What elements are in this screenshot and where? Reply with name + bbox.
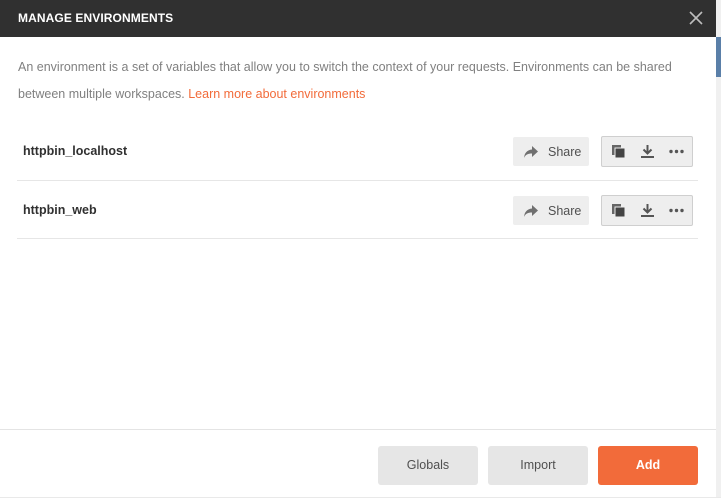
- share-button[interactable]: Share: [513, 196, 589, 225]
- download-button[interactable]: [633, 196, 662, 225]
- modal-title: MANAGE ENVIRONMENTS: [18, 11, 174, 25]
- environment-row: httpbin_localhost Share: [17, 123, 698, 181]
- modal-description: An environment is a set of variables tha…: [18, 54, 708, 108]
- manage-environments-modal: MANAGE ENVIRONMENTS An environment is a …: [0, 0, 716, 497]
- duplicate-icon: [612, 145, 626, 159]
- more-options-button[interactable]: [662, 196, 691, 225]
- modal-header: MANAGE ENVIRONMENTS: [0, 0, 716, 37]
- download-icon: [641, 145, 654, 158]
- more-options-button[interactable]: [662, 137, 691, 166]
- environment-actions: [601, 136, 693, 167]
- environment-name[interactable]: httpbin_localhost: [23, 144, 127, 158]
- download-icon: [641, 204, 654, 217]
- duplicate-icon: [612, 204, 626, 218]
- add-button[interactable]: Add: [598, 446, 698, 485]
- globals-button[interactable]: Globals: [378, 446, 478, 485]
- share-label: Share: [548, 145, 582, 159]
- environment-row: httpbin_web Share: [17, 181, 698, 239]
- background-app-edge: [716, 0, 721, 497]
- environment-name[interactable]: httpbin_web: [23, 203, 97, 217]
- close-icon[interactable]: [686, 8, 706, 28]
- more-options-icon: [669, 208, 684, 213]
- share-arrow-icon: [524, 205, 538, 217]
- duplicate-button[interactable]: [604, 137, 633, 166]
- learn-more-link[interactable]: Learn more about environments: [188, 87, 365, 101]
- more-options-icon: [669, 149, 684, 154]
- environment-actions: [601, 195, 693, 226]
- import-button[interactable]: Import: [488, 446, 588, 485]
- share-label: Share: [548, 204, 582, 218]
- modal-footer: Globals Import Add: [0, 429, 716, 498]
- share-arrow-icon: [524, 146, 538, 158]
- download-button[interactable]: [633, 137, 662, 166]
- background-app-accent: [716, 37, 721, 77]
- duplicate-button[interactable]: [604, 196, 633, 225]
- share-button[interactable]: Share: [513, 137, 589, 166]
